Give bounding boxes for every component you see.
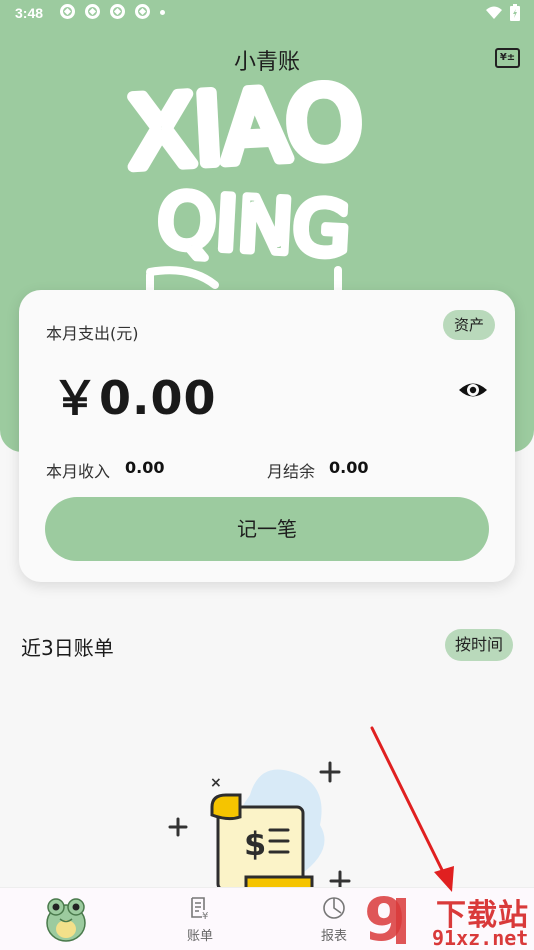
svg-text:$: $	[244, 825, 266, 863]
frog-mascot-icon	[46, 898, 86, 942]
status-right	[486, 4, 520, 21]
tab-bills[interactable]: ¥ 账单	[160, 888, 240, 950]
summary-card: 本月支出(元) 资产 ￥0.00 本月收入 0.00 月结余 0.00 记一笔	[19, 290, 515, 582]
report-icon	[323, 897, 345, 919]
notification-icon	[60, 4, 75, 19]
monthly-balance-label: 月结余	[267, 462, 316, 481]
record-entry-button[interactable]: 记一笔	[45, 497, 489, 561]
monthly-income-value: 0.00	[125, 458, 165, 477]
svg-text:¥: ¥	[202, 911, 208, 920]
annotation-arrow	[370, 726, 454, 892]
tab-home[interactable]	[26, 888, 106, 950]
monthly-expense-label: 本月支出(元)	[46, 324, 139, 343]
notification-icon	[135, 4, 150, 19]
wifi-icon	[486, 6, 502, 19]
decorative-letters-xiao: XIAO	[126, 66, 365, 190]
assets-button[interactable]: 资产	[443, 310, 495, 340]
monthly-income-label: 本月收入	[46, 462, 111, 481]
monthly-expense-amount: ￥0.00	[52, 371, 217, 425]
bill-icon: ¥	[191, 897, 208, 920]
notification-icons	[60, 4, 165, 19]
eye-icon[interactable]	[457, 374, 489, 406]
status-bar: 3:48	[0, 0, 534, 28]
recent-bills-title: 近3日账单	[21, 636, 114, 660]
battery-icon	[510, 4, 520, 21]
decorative-letters-qing: QING	[156, 178, 353, 274]
page-title: 小青账	[233, 50, 300, 75]
notification-icon	[85, 4, 100, 19]
status-time: 3:48	[15, 5, 44, 21]
tab-bills-label: 账单	[186, 929, 213, 944]
watermark-domain: 91xz.net	[432, 926, 529, 950]
svg-text:×: ×	[210, 775, 222, 791]
notification-icon	[110, 4, 125, 19]
sort-by-time-button[interactable]: 按时间	[445, 629, 513, 661]
monthly-balance-value: 0.00	[329, 458, 369, 477]
currency-settings-icon[interactable]: ¥±	[495, 48, 520, 68]
more-notifications-dot	[160, 10, 165, 15]
empty-bill-illustration: × $	[168, 761, 351, 890]
watermark: 9 下载站 91xz.net	[362, 888, 534, 950]
